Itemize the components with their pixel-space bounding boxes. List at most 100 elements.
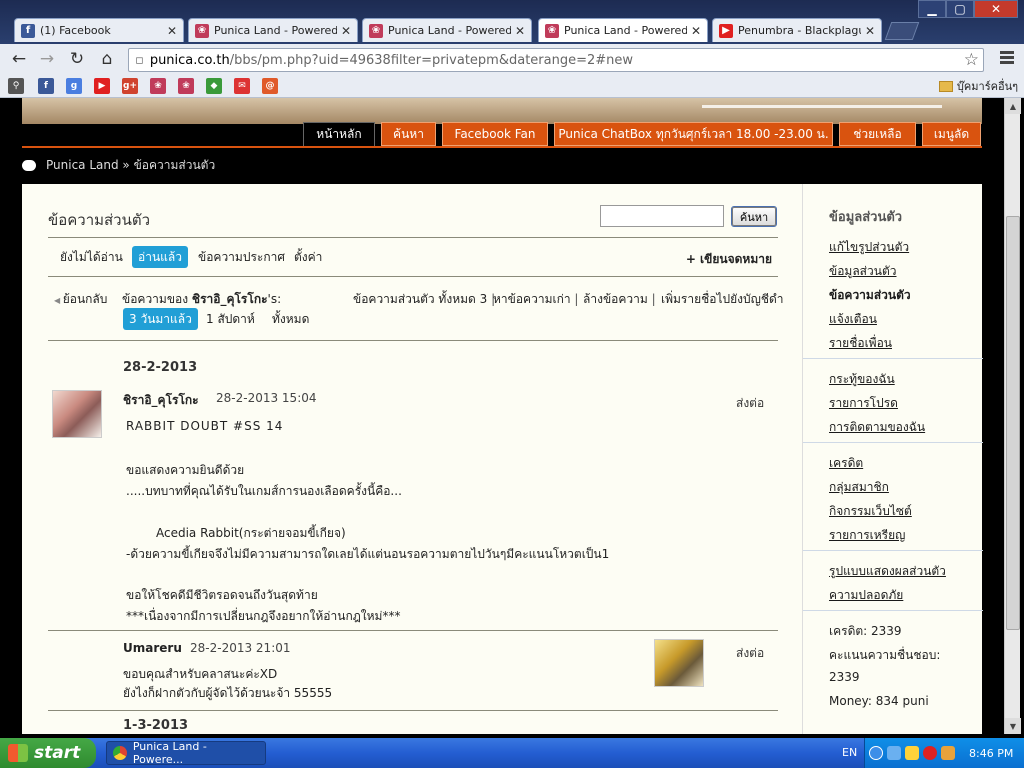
sidebar-edit-avatar[interactable]: แก้ไขรูปส่วนตัว — [829, 238, 909, 257]
network-icon[interactable] — [887, 746, 901, 760]
tab-youtube[interactable]: ▶ Penumbra - Blackplague ✕ — [712, 18, 882, 42]
tab-punica-2[interactable]: ❀ Punica Land - Powered b ✕ — [362, 18, 532, 42]
nav-help[interactable]: ช่วยเหลือ — [839, 122, 916, 146]
message-line: ยังไงก็ฝากตัวกับผู้จัดไว้ด้วยนะจ้า 55555 — [123, 686, 333, 700]
nav-search[interactable]: ค้นหา — [381, 122, 436, 146]
tab-read[interactable]: อ่านแล้ว — [132, 246, 188, 268]
gmail-bookmark-icon[interactable]: ✉ — [234, 78, 250, 94]
sidebar-profile[interactable]: ข้อมูลส่วนตัว — [829, 262, 896, 281]
sidebar-private-messages[interactable]: ข้อความส่วนตัว — [829, 286, 911, 305]
sidebar-credits[interactable]: เครดิต — [829, 454, 863, 473]
tab-unread[interactable]: ยังไม่ได้อ่าน — [54, 246, 129, 268]
divider — [48, 237, 778, 238]
tab-punica-1[interactable]: ❀ Punica Land - Powered b ✕ — [188, 18, 358, 42]
menu-icon[interactable] — [1000, 51, 1014, 66]
chat-bubble-icon — [22, 160, 36, 171]
language-indicator[interactable]: EN — [842, 746, 857, 759]
maximize-icon[interactable]: ▢ — [946, 0, 974, 18]
nav-home[interactable]: หน้าหลัก — [303, 122, 375, 146]
forward-link[interactable]: ส่งต่อ — [736, 644, 764, 663]
range-1week[interactable]: 1 สัปดาห์ — [200, 308, 261, 330]
window-controls: ▁ ▢ ✕ — [918, 0, 1018, 18]
new-tab-button[interactable] — [884, 22, 920, 40]
back-arrow-icon[interactable]: ← — [8, 49, 30, 69]
nav-facebook-fan[interactable]: Facebook Fan — [442, 122, 548, 146]
close-icon[interactable]: ✕ — [167, 24, 177, 38]
sidebar-groups[interactable]: กลุ่มสมาชิก — [829, 478, 889, 497]
close-window-icon[interactable]: ✕ — [974, 0, 1018, 18]
scroll-down-icon[interactable]: ▼ — [1005, 718, 1021, 734]
find-old-link[interactable]: หาข้อความเก่า | — [493, 290, 578, 309]
nav-shortcuts[interactable]: เมนูลัด — [922, 122, 981, 146]
from-user[interactable]: ชิราอิ_คุโรโกะ — [192, 292, 268, 306]
punica-icon: ❀ — [369, 23, 383, 38]
range-3days[interactable]: 3 วันมาแล้ว — [123, 308, 198, 330]
date-heading: 28-2-2013 — [123, 360, 198, 375]
arrow-icon[interactable] — [869, 746, 883, 760]
punica-bookmark-icon[interactable]: ❀ — [150, 78, 166, 94]
app-tray-icon[interactable] — [941, 746, 955, 760]
sidebar-notifications[interactable]: แจ้งเตือน — [829, 310, 877, 329]
volume-icon[interactable] — [905, 746, 919, 760]
close-icon[interactable]: ✕ — [341, 24, 351, 38]
message-author[interactable]: Umareru — [123, 641, 182, 655]
start-button[interactable]: start — [0, 738, 96, 768]
clear-link[interactable]: ล้างข้อความ | — [583, 290, 656, 309]
sidebar-medals[interactable]: รายการเหรียญ — [829, 526, 905, 545]
close-icon[interactable]: ✕ — [691, 24, 701, 38]
breadcrumb-text[interactable]: Punica Land » ข้อความส่วนตัว — [46, 156, 215, 175]
tool-bookmark-icon[interactable]: ⚲ — [8, 78, 24, 94]
windows-bookmark-icon[interactable]: ◆ — [206, 78, 222, 94]
punica-bookmark-icon[interactable]: ❀ — [178, 78, 194, 94]
punica-icon: ❀ — [545, 23, 559, 38]
range-all[interactable]: ทั้งหมด — [266, 308, 315, 330]
search-button[interactable]: ค้นหา — [731, 206, 777, 227]
close-icon[interactable]: ✕ — [515, 24, 525, 38]
mail-bookmark-icon[interactable]: @ — [262, 78, 278, 94]
page-viewport: หน้าหลัก ค้นหา Facebook Fan Punica ChatB… — [0, 98, 1004, 734]
tab-facebook[interactable]: f (1) Facebook ✕ — [14, 18, 184, 42]
sidebar-favorites[interactable]: รายการโปรด — [829, 394, 898, 413]
address-bar[interactable]: ▫ punica.co.th/bbs/pm.php?uid=49638filte… — [128, 48, 984, 72]
banner-logo — [702, 98, 942, 108]
reload-icon[interactable]: ↻ — [66, 49, 88, 69]
tab-announcements[interactable]: ข้อความประกาศ — [192, 246, 291, 268]
forward-link[interactable]: ส่งต่อ — [736, 394, 764, 413]
tab-label: Punica Land - Powered b — [214, 24, 337, 37]
message-author[interactable]: ชิราอิ_คุโรโกะ — [123, 391, 199, 410]
nav-chatbox[interactable]: Punica ChatBox ทุกวันศุกร์เวลา 18.00 -23… — [554, 122, 833, 146]
avatar[interactable] — [52, 390, 102, 438]
search-input[interactable] — [600, 205, 724, 227]
vertical-scrollbar[interactable]: ▲ ▼ — [1004, 98, 1021, 734]
minimize-icon[interactable]: ▁ — [918, 0, 946, 18]
scroll-thumb[interactable] — [1006, 216, 1020, 630]
sidebar-heading: ข้อมูลส่วนตัว — [829, 210, 903, 225]
blacklist-link[interactable]: เพิ่มรายชื่อไปยังบัญชีดำ — [661, 290, 784, 309]
tab-punica-3[interactable]: ❀ Punica Land - Powered b ✕ — [538, 18, 708, 42]
facebook-bookmark-icon[interactable]: f — [38, 78, 54, 94]
scroll-up-icon[interactable]: ▲ — [1005, 98, 1021, 114]
sidebar-display-style[interactable]: รูปแบบแสดงผลส่วนตัว — [829, 562, 946, 581]
tab-label: Punica Land - Powered b — [388, 24, 511, 37]
sidebar-my-threads[interactable]: กระทู้ของฉัน — [829, 370, 895, 389]
back-link[interactable]: ◀ ย้อนกลับ — [54, 290, 107, 309]
star-icon[interactable]: ☆ — [964, 50, 979, 70]
sidebar-security[interactable]: ความปลอดภัย — [829, 586, 903, 605]
sidebar-friends[interactable]: รายชื่อเพื่อน — [829, 334, 892, 353]
total-link[interactable]: ข้อความส่วนตัว ทั้งหมด 3 | — [353, 290, 495, 309]
home-icon[interactable]: ⌂ — [96, 49, 118, 69]
googleplus-bookmark-icon[interactable]: g+ — [122, 78, 138, 94]
close-icon[interactable]: ✕ — [865, 24, 875, 38]
compose-button[interactable]: + เขียนจดหมาย — [686, 250, 772, 269]
other-bookmarks-folder[interactable]: บุ๊คมาร์คอื่นๆ — [938, 77, 1018, 95]
antivirus-icon[interactable] — [923, 746, 937, 760]
avatar[interactable] — [654, 639, 704, 687]
taskbar-chrome-window[interactable]: Punica Land - Powere... — [106, 740, 266, 766]
forward-arrow-icon[interactable]: → — [36, 49, 58, 69]
divider — [48, 710, 778, 711]
sidebar-activities[interactable]: กิจกรรมเว็บไซต์ — [829, 502, 912, 521]
google-bookmark-icon[interactable]: g — [66, 78, 82, 94]
tab-settings[interactable]: ตั้งค่า — [288, 246, 328, 268]
youtube-bookmark-icon[interactable]: ▶ — [94, 78, 110, 94]
sidebar-following[interactable]: การติดตามของฉัน — [829, 418, 925, 437]
